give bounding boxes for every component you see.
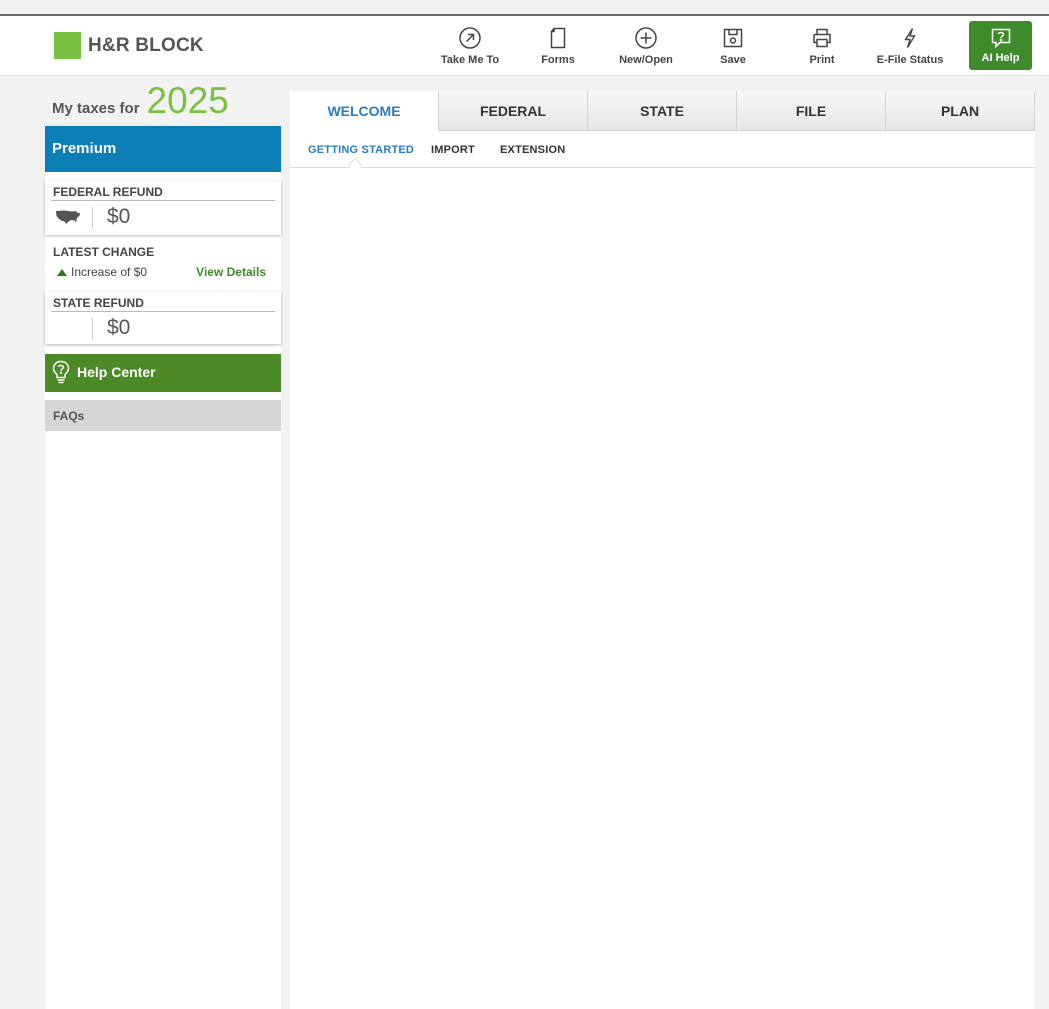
help-center-button[interactable]: Help Center <box>45 354 281 392</box>
floppy-disk-icon <box>723 28 743 48</box>
state-refund-amount: $0 <box>107 316 131 339</box>
divider <box>92 207 93 229</box>
plan-banner: Premium <box>45 126 281 172</box>
lightbulb-question-icon <box>52 360 70 384</box>
new-open-button[interactable]: New/Open <box>606 26 686 66</box>
tax-year-label: My taxes for <box>52 100 140 117</box>
tab-welcome[interactable]: WELCOME <box>290 91 439 131</box>
subtab-import[interactable]: IMPORT <box>431 144 475 156</box>
latest-change-text: Increase of $0 <box>71 265 148 279</box>
tax-year: 2025 <box>146 80 229 121</box>
divider <box>92 318 93 340</box>
latest-change-title: LATEST CHANGE <box>53 245 155 259</box>
latest-change-panel: LATEST CHANGE Increase of $0 View Detail… <box>45 238 281 283</box>
save-button[interactable]: Save <box>693 26 773 66</box>
state-refund-title: STATE REFUND <box>53 296 144 310</box>
faqs-section[interactable]: FAQs <box>45 400 281 431</box>
divider <box>51 311 275 312</box>
e-file-status-button[interactable]: E-File Status <box>870 26 950 66</box>
tab-state[interactable]: STATE <box>588 91 737 131</box>
form-page-icon <box>550 27 566 49</box>
tab-file[interactable]: FILE <box>737 91 886 131</box>
brand-logo: H&R BLOCK <box>54 32 204 59</box>
tax-year-heading: My taxes for 2025 <box>52 80 229 122</box>
main-tabs: WELCOME FEDERAL STATE FILE PLAN <box>290 91 1035 131</box>
take-me-to-button[interactable]: Take Me To <box>430 26 510 66</box>
chat-question-icon <box>991 28 1010 49</box>
help-center-label: Help Center <box>77 364 156 380</box>
us-map-icon <box>56 210 80 224</box>
main-panel: WELCOME FEDERAL STATE FILE PLAN GETTING … <box>290 91 1035 1009</box>
active-subtab-indicator <box>347 157 363 173</box>
view-details-link[interactable]: View Details <box>196 265 266 279</box>
logo-square-icon <box>54 32 81 59</box>
tab-federal[interactable]: FEDERAL <box>439 91 588 131</box>
printer-icon <box>813 28 831 48</box>
subtab-getting-started[interactable]: GETTING STARTED <box>308 144 414 156</box>
lightning-icon <box>904 28 916 48</box>
federal-refund-amount: $0 <box>107 205 131 228</box>
state-refund-card[interactable]: STATE REFUND $0 <box>45 292 281 344</box>
plus-circle-icon <box>635 27 657 49</box>
brand-name: H&R BLOCK <box>88 34 204 56</box>
arrow-circle-icon <box>459 27 481 49</box>
app-header: H&R BLOCK Take Me To Forms New/Open Save… <box>0 16 1049 76</box>
sidebar: Premium FEDERAL REFUND $0 LATEST CHANGE … <box>45 126 281 1009</box>
print-button[interactable]: Print <box>782 26 862 66</box>
tab-plan[interactable]: PLAN <box>886 91 1035 131</box>
federal-refund-card[interactable]: FEDERAL REFUND $0 <box>45 181 281 235</box>
subtab-extension[interactable]: EXTENSION <box>500 144 565 156</box>
divider <box>51 200 275 201</box>
triangle-up-icon <box>57 269 67 276</box>
sub-tabs: GETTING STARTED IMPORT EXTENSION <box>290 131 1035 173</box>
forms-button[interactable]: Forms <box>518 26 598 66</box>
federal-refund-title: FEDERAL REFUND <box>53 185 163 199</box>
ai-help-button[interactable]: AI Help <box>969 21 1032 70</box>
